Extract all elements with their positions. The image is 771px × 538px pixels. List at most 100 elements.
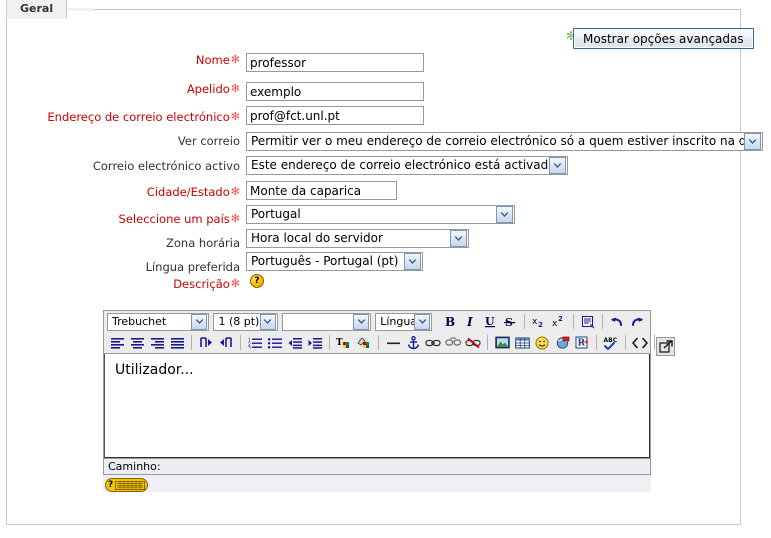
ltr-icon[interactable] [196, 333, 216, 352]
chevron-down-icon[interactable] [549, 157, 566, 174]
html-editor: Trebuchet 1 (8 pt) Língua B I U S x 2 x … [103, 310, 655, 492]
toolbar-separator [602, 314, 604, 329]
email-activo-select[interactable]: Este endereço de correio electrónico est… [246, 156, 568, 175]
lingua-preferida-select[interactable]: Português - Portugal (pt) [246, 252, 423, 271]
underline-icon[interactable]: U [480, 312, 500, 331]
italic-icon[interactable]: I [460, 312, 480, 331]
chevron-down-icon[interactable] [404, 253, 421, 270]
chevron-down-icon[interactable] [414, 313, 431, 330]
chevron-down-icon[interactable] [450, 230, 467, 247]
undo-icon[interactable] [607, 312, 627, 331]
show-advanced-options-button[interactable]: Mostrar opções avançadas [573, 28, 754, 49]
bold-icon[interactable]: B [440, 312, 460, 331]
svg-text:3: 3 [248, 345, 251, 349]
help-icon[interactable]: ? [250, 274, 264, 288]
row-ver-correio: Ver correio [0, 134, 240, 148]
label-email: Endereço de correio electrónico [47, 110, 230, 124]
subscript-icon[interactable]: x2 [529, 312, 549, 331]
toolbar-separator [596, 335, 597, 350]
toolbar-separator [625, 335, 626, 350]
row-lingua: Língua preferida [0, 260, 240, 274]
label-zona: Zona horária [166, 236, 240, 250]
chevron-down-icon[interactable] [259, 313, 276, 330]
anchor-icon[interactable] [403, 333, 423, 352]
chevron-down-icon[interactable] [744, 133, 761, 150]
label-cidade: Cidade/Estado [146, 185, 230, 199]
zona-horaria-select[interactable]: Hora local do servidor [246, 229, 469, 248]
pais-select[interactable]: Portugal [246, 205, 515, 224]
keyboard-icon [115, 480, 146, 490]
label-pais: Seleccione um país [118, 212, 230, 226]
chevron-down-icon[interactable] [496, 206, 513, 223]
toolbar-separator [191, 335, 192, 350]
svg-text:2: 2 [538, 321, 543, 329]
cidade-input[interactable] [246, 181, 397, 200]
toolbar-separator [378, 335, 379, 350]
chevron-down-icon[interactable] [353, 313, 370, 330]
label-apelido: Apelido [186, 82, 230, 96]
align-center-icon[interactable] [127, 333, 147, 352]
tab-geral[interactable]: Geral [6, 0, 68, 19]
redo-icon[interactable] [627, 312, 647, 331]
background-color-icon[interactable] [354, 333, 374, 352]
unordered-list-icon[interactable] [265, 333, 285, 352]
ordered-list-icon[interactable]: 123 [245, 333, 265, 352]
font-family-select[interactable]: Trebuchet [107, 312, 210, 331]
chevron-down-icon[interactable] [191, 313, 208, 330]
format-select[interactable] [281, 312, 372, 331]
insert-table-icon[interactable] [512, 333, 532, 352]
media-icon[interactable] [552, 333, 572, 352]
apelido-input[interactable] [246, 82, 424, 101]
svg-text:2: 2 [558, 315, 563, 323]
unlink-icon[interactable] [443, 333, 463, 352]
insert-link-icon[interactable] [423, 333, 443, 352]
toolbar-separator [329, 335, 330, 350]
nome-input[interactable] [246, 53, 424, 72]
label-lingua: Língua preferida [145, 260, 240, 274]
fullscreen-icon[interactable] [656, 337, 675, 356]
language-value: Língua [380, 315, 415, 328]
align-right-icon[interactable] [147, 333, 167, 352]
keyboard-help-button[interactable]: ? [105, 478, 148, 492]
row-cidade: Cidade/Estado ✻ [146, 185, 240, 199]
ver-correio-select[interactable]: Permitir ver o meu endereço de correio e… [246, 132, 763, 151]
spellcheck-icon[interactable]: ABC [601, 333, 621, 352]
font-size-select[interactable]: 1 (8 pt) [213, 312, 278, 331]
moodle-profile-edit-screen: Geral ✻ Mostrar opções avançadas Nome✻ A… [0, 0, 771, 538]
text-color-icon[interactable]: T [334, 333, 354, 352]
align-left-icon[interactable] [107, 333, 127, 352]
editor-body-wrapper: Utilizador... [103, 354, 651, 459]
insert-image-icon[interactable] [492, 333, 512, 352]
tab-strip: Geral [6, 0, 68, 19]
superscript-icon[interactable]: x2 [549, 312, 569, 331]
editor-path-bar: Caminho: [103, 459, 651, 475]
horizontal-rule-icon[interactable] [383, 333, 403, 352]
toolbar-separator [240, 335, 241, 350]
row-pais: Seleccione um país ✻ [118, 212, 240, 226]
editor-toolbar-row-2: 123 T R ABC [103, 332, 655, 354]
align-justify-icon[interactable] [167, 333, 187, 352]
outdent-icon[interactable] [285, 333, 305, 352]
insert-file-icon[interactable]: R [572, 333, 592, 352]
label-nome: Nome [195, 53, 230, 67]
strikethrough-icon[interactable]: S [500, 312, 520, 331]
cleanup-icon[interactable] [578, 312, 598, 331]
row-apelido: Apelido ✻ [186, 82, 240, 96]
description-textarea[interactable]: Utilizador... [104, 354, 650, 458]
language-select[interactable]: Língua [375, 312, 433, 331]
source-code-icon[interactable] [630, 333, 650, 352]
svg-text:B: B [445, 315, 455, 329]
email-input[interactable] [246, 106, 424, 125]
svg-text:I: I [466, 315, 473, 329]
rtl-icon[interactable] [216, 333, 236, 352]
editor-toolbar-row-1: Trebuchet 1 (8 pt) Língua B I U S x 2 x … [103, 310, 651, 332]
zona-horaria-value: Hora local do servidor [251, 231, 383, 245]
pais-value: Portugal [251, 207, 301, 221]
svg-text:R: R [578, 339, 586, 349]
remove-link-icon[interactable] [463, 333, 483, 352]
indent-icon[interactable] [305, 333, 325, 352]
font-family-value: Trebuchet [112, 315, 167, 328]
row-email: Endereço de correio electrónico ✻ [47, 110, 240, 124]
smiley-icon[interactable] [532, 333, 552, 352]
row-nome: Nome ✻ [195, 53, 240, 67]
